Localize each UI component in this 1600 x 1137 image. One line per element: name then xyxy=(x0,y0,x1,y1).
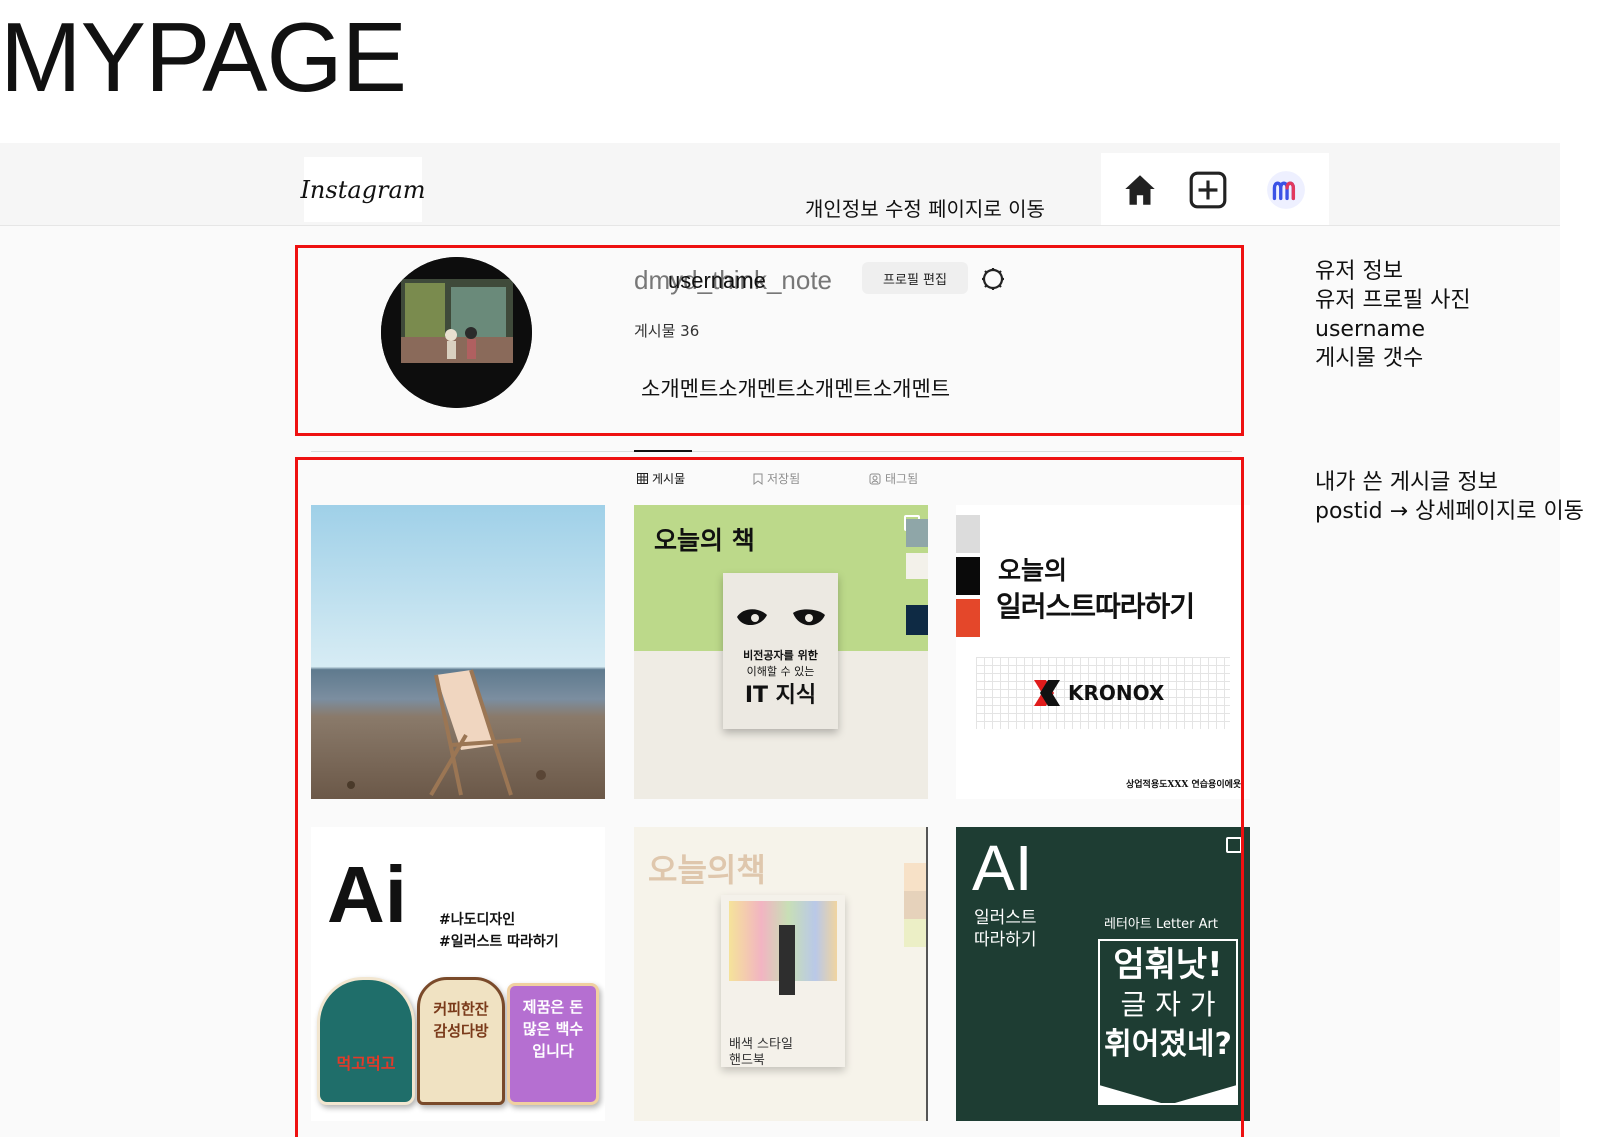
profile-m-icon[interactable] xyxy=(1265,169,1307,211)
instagram-logo[interactable]: Instagram xyxy=(300,157,426,222)
tab-divider xyxy=(311,451,1232,452)
page-title: MYPAGE xyxy=(0,2,407,112)
posts-annotation-box xyxy=(295,457,1244,1137)
active-tab-indicator xyxy=(634,450,692,452)
logo-text: Instagram xyxy=(300,175,426,204)
profile-annotation: 유저 정보 유저 프로필 사진 username 게시물 갯수 xyxy=(1315,259,1471,371)
nav-icons-group xyxy=(1101,153,1329,225)
posts-annotation: 내가 쓴 게시글 정보 postid → 상세페이지로 이동 xyxy=(1315,470,1584,524)
add-post-icon[interactable] xyxy=(1187,169,1229,211)
nav-hint-label: 개인정보 수정 페이지로 이동 xyxy=(805,197,1045,221)
profile-annotation-box xyxy=(295,245,1244,436)
home-icon[interactable] xyxy=(1119,169,1161,211)
